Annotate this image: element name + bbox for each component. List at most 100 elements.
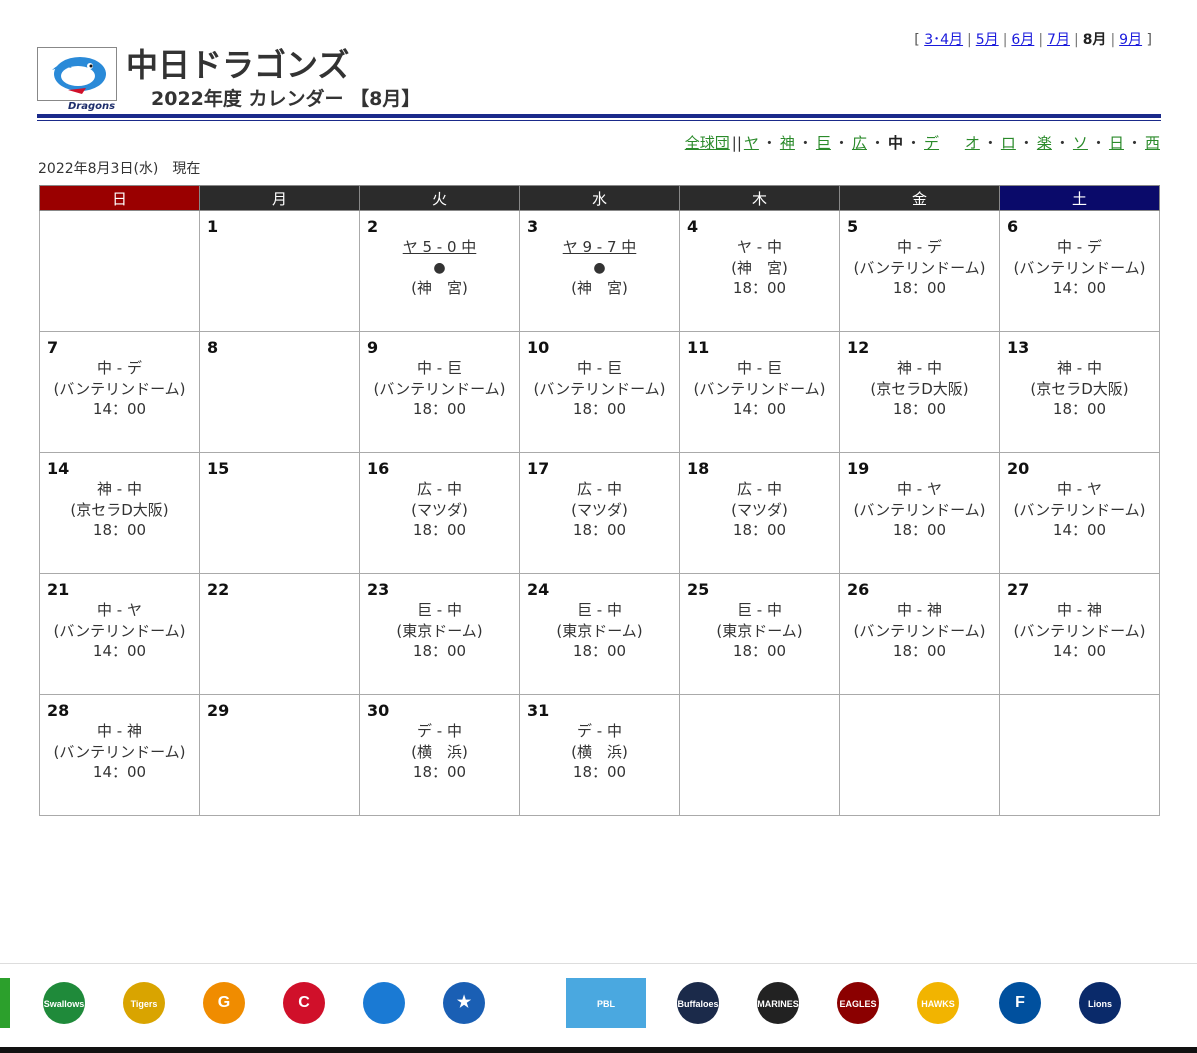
weekday-header: 金 bbox=[839, 185, 1000, 211]
pbl-logo[interactable]: PBL bbox=[566, 976, 646, 1030]
day-number: 13 bbox=[1007, 338, 1030, 357]
dragons-logo[interactable] bbox=[356, 976, 412, 1030]
calendar-day-cell bbox=[679, 694, 840, 816]
venue: (京セラD大阪) bbox=[870, 379, 969, 398]
team-link[interactable]: デ bbox=[924, 134, 939, 152]
marines-icon: MARINES bbox=[757, 982, 799, 1024]
calendar-day-cell: 6 中 - デ (バンテリンドーム) 14：00 bbox=[999, 210, 1160, 332]
game-result-link[interactable]: ヤ 9 - 7 中 bbox=[520, 237, 679, 258]
game-info: 中 - デ (バンテリンドーム) 14：00 bbox=[1000, 237, 1159, 299]
month-link[interactable]: 6月 bbox=[1011, 32, 1034, 48]
game-info: 巨 - 中 (東京ドーム) 18：00 bbox=[680, 600, 839, 662]
team-nav-separator: ・ bbox=[1090, 134, 1106, 152]
start-time: 18：00 bbox=[892, 521, 947, 539]
team-link[interactable]: ヤ bbox=[744, 134, 759, 152]
calendar-day-cell: 15 bbox=[199, 452, 360, 574]
team-link[interactable]: オ bbox=[965, 134, 980, 152]
day-number: 31 bbox=[527, 701, 550, 720]
matchup: 中 - 巨 bbox=[577, 359, 622, 377]
carp-logo[interactable]: C bbox=[276, 976, 332, 1030]
matchup: デ - 中 bbox=[417, 722, 462, 740]
team-logo: Dragons bbox=[37, 47, 117, 112]
venue: (神 宮) bbox=[411, 278, 468, 297]
marines-logo[interactable]: MARINES bbox=[750, 976, 806, 1030]
start-time: 18：00 bbox=[1052, 400, 1107, 418]
start-time: 14：00 bbox=[1052, 521, 1107, 539]
eagles-logo[interactable]: EAGLES bbox=[830, 976, 886, 1030]
game-info: 中 - ヤ (バンテリンドーム) 14：00 bbox=[40, 600, 199, 662]
month-link[interactable]: 9月 bbox=[1119, 32, 1142, 48]
calendar-day-cell: 28 中 - 神 (バンテリンドーム) 14：00 bbox=[39, 694, 200, 816]
team-link[interactable]: 神 bbox=[780, 134, 795, 152]
game-info: 中 - ヤ (バンテリンドーム) 14：00 bbox=[1000, 479, 1159, 541]
calendar-day-cell: 26 中 - 神 (バンテリンドーム) 18：00 bbox=[839, 573, 1000, 695]
venue: (マツダ) bbox=[411, 500, 468, 519]
start-time: 18：00 bbox=[572, 521, 627, 539]
matchup: ヤ - 中 bbox=[737, 238, 782, 256]
fighters-logo[interactable]: F bbox=[992, 976, 1048, 1030]
lions-icon: Lions bbox=[1079, 982, 1121, 1024]
svg-text:★: ★ bbox=[457, 994, 472, 1011]
game-info: 中 - デ (バンテリンドーム) 18：00 bbox=[840, 237, 999, 299]
calendar-day-cell: 13 神 - 中 (京セラD大阪) 18：00 bbox=[999, 331, 1160, 453]
game-info: 中 - 巨 (バンテリンドーム) 18：00 bbox=[360, 358, 519, 420]
swallows-logo[interactable]: Swallows bbox=[36, 976, 92, 1030]
calendar-day-cell: 4 ヤ - 中 (神 宮) 18：00 bbox=[679, 210, 840, 332]
team-link[interactable]: 日 bbox=[1109, 134, 1124, 152]
team-nav-separator: ・ bbox=[869, 134, 885, 152]
month-link[interactable]: 5月 bbox=[976, 32, 999, 48]
day-number: 22 bbox=[207, 580, 230, 599]
team-link[interactable]: ソ bbox=[1073, 134, 1088, 152]
team-link[interactable]: ロ bbox=[1001, 134, 1016, 152]
calendar-body: 12ヤ 5 - 0 中 ● (神 宮) 3 ヤ 9 - 7 中 ● (神 宮) 4 ヤ - 中(… bbox=[39, 210, 1160, 816]
calendar-table: 日月火水木金土 12ヤ 5 - 0 中 ● (神 宮) 3 ヤ 9 - 7 中 ● (神 宮… bbox=[39, 185, 1160, 816]
calendar-day-cell: 3ヤ 9 - 7 中 ● (神 宮) bbox=[519, 210, 680, 332]
logo-wordmark: Dragons bbox=[68, 101, 116, 112]
game-info: ヤ 9 - 7 中 ● (神 宮) bbox=[520, 237, 679, 298]
calendar-day-cell: 23 巨 - 中 (東京ドーム) 18：00 bbox=[359, 573, 520, 695]
venue: (バンテリンドーム) bbox=[533, 379, 666, 398]
calendar-day-cell: 21 中 - ヤ (バンテリンドーム) 14：00 bbox=[39, 573, 200, 695]
game-info: 広 - 中 (マツダ) 18：00 bbox=[360, 479, 519, 541]
month-link[interactable]: 3･4月 bbox=[924, 32, 963, 48]
calendar-day-cell: 20 中 - ヤ (バンテリンドーム) 14：00 bbox=[999, 452, 1160, 574]
as-of-date: 2022年8月3日(水) 現在 bbox=[38, 161, 201, 177]
day-number: 4 bbox=[687, 217, 699, 236]
start-time: 18：00 bbox=[732, 642, 787, 660]
month-link[interactable]: 7月 bbox=[1047, 32, 1070, 48]
game-info: 神 - 中 (京セラD大阪) 18：00 bbox=[1000, 358, 1159, 420]
day-number: 26 bbox=[847, 580, 870, 599]
venue: (横 浜) bbox=[411, 742, 468, 761]
team-link[interactable]: 巨 bbox=[816, 134, 831, 152]
matchup: 広 - 中 bbox=[417, 480, 462, 498]
loss-mark-icon: ● bbox=[433, 259, 446, 276]
dragons-icon bbox=[363, 982, 405, 1024]
baystars-icon: ★ bbox=[443, 982, 485, 1024]
team-link[interactable]: 楽 bbox=[1037, 134, 1052, 152]
lions-logo[interactable]: Lions bbox=[1072, 976, 1128, 1030]
weekday-header: 水 bbox=[519, 185, 680, 211]
hawks-logo[interactable]: HAWKS bbox=[910, 976, 966, 1030]
day-number bbox=[1000, 695, 1159, 719]
buffaloes-logo[interactable]: Buffaloes bbox=[670, 976, 726, 1030]
game-info: 中 - 巨 (バンテリンドーム) 14：00 bbox=[680, 358, 839, 420]
matchup: 中 - 神 bbox=[897, 601, 942, 619]
team-link[interactable]: 西 bbox=[1145, 134, 1160, 152]
giants-logo[interactable]: G bbox=[196, 976, 252, 1030]
day-number bbox=[680, 695, 839, 719]
venue: (バンテリンドーム) bbox=[53, 379, 186, 398]
day-number: 6 bbox=[1007, 217, 1019, 236]
calendar-day-cell: 11 中 - 巨 (バンテリンドーム) 14：00 bbox=[679, 331, 840, 453]
all-teams-link[interactable]: 全球団 bbox=[685, 134, 730, 152]
team-link[interactable]: 広 bbox=[852, 134, 867, 152]
day-number: 21 bbox=[47, 580, 70, 599]
tigers-logo[interactable]: Tigers bbox=[116, 976, 172, 1030]
game-result-link[interactable]: ヤ 5 - 0 中 bbox=[360, 237, 519, 258]
svg-text:PBL: PBL bbox=[597, 999, 616, 1009]
day-number: 30 bbox=[367, 701, 390, 720]
calendar-day-cell: 7 中 - デ (バンテリンドーム) 14：00 bbox=[39, 331, 200, 453]
start-time: 18：00 bbox=[572, 642, 627, 660]
venue: (バンテリンドーム) bbox=[1013, 500, 1146, 519]
baystars-logo[interactable]: ★ bbox=[436, 976, 492, 1030]
matchup: 巨 - 中 bbox=[737, 601, 782, 619]
